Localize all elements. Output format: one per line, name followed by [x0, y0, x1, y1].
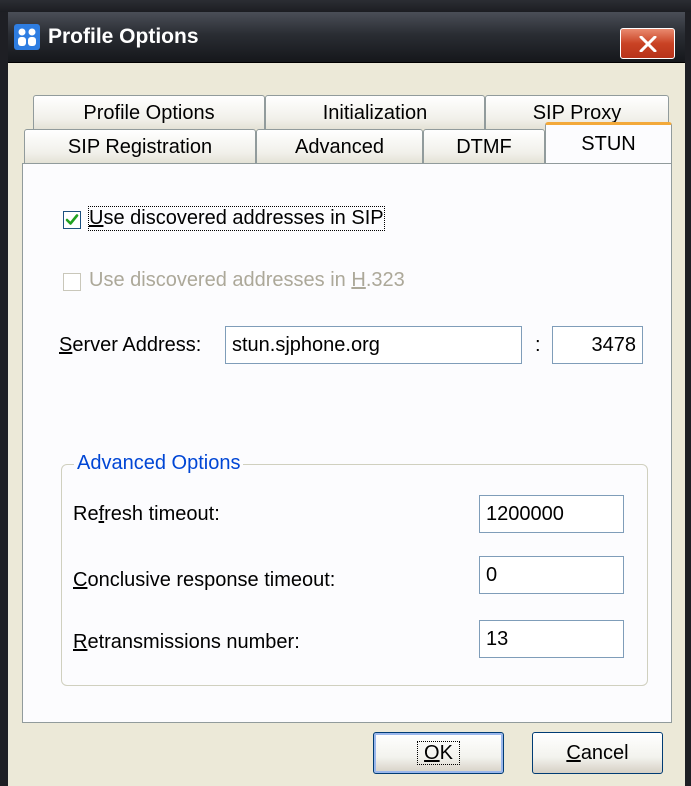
use-sip-label[interactable]: Use discovered addresses in SIP — [88, 206, 385, 231]
dialog-content: Profile Options Initialization SIP Proxy… — [8, 63, 685, 786]
background-strip — [0, 0, 691, 12]
tab-sip-registration[interactable]: SIP Registration — [24, 129, 256, 163]
refresh-timeout-label: Refresh timeout: — [73, 503, 220, 525]
use-h323-checkbox[interactable] — [63, 273, 81, 291]
close-button[interactable] — [620, 28, 675, 59]
server-address-input[interactable]: stun.sjphone.org — [225, 326, 522, 364]
use-sip-checkbox[interactable] — [63, 211, 81, 229]
tab-profile-options[interactable]: Profile Options — [33, 95, 265, 129]
window-title: Profile Options — [48, 25, 199, 48]
tab-advanced[interactable]: Advanced — [256, 129, 423, 163]
server-port-input[interactable]: 3478 — [552, 326, 643, 364]
advanced-options-group: Advanced Options Refresh timeout: 120000… — [61, 452, 648, 686]
profile-options-dialog: Profile Options Profile Options Initiali… — [8, 12, 685, 786]
server-address-label: Server Address: — [59, 334, 202, 356]
close-x-icon — [639, 36, 657, 52]
conclusive-timeout-input[interactable]: 0 — [479, 556, 624, 594]
tab-dtmf[interactable]: DTMF — [423, 129, 545, 163]
profile-people-icon — [14, 24, 40, 50]
stun-panel: Use discovered addresses in SIP Use disc… — [22, 163, 672, 723]
retransmissions-input[interactable]: 13 — [479, 620, 624, 658]
advanced-options-title: Advanced Options — [74, 452, 244, 475]
ok-button[interactable]: OK — [373, 732, 504, 774]
use-h323-label: Use discovered addresses in H.323 — [89, 269, 405, 291]
cancel-button[interactable]: Cancel — [532, 732, 663, 774]
port-separator: : — [535, 334, 541, 356]
retransmissions-label: Retransmissions number: — [73, 631, 300, 653]
conclusive-timeout-label: Conclusive response timeout: — [73, 569, 336, 591]
refresh-timeout-input[interactable]: 1200000 — [479, 495, 624, 533]
tab-initialization[interactable]: Initialization — [265, 95, 485, 129]
title-bar[interactable]: Profile Options — [8, 12, 685, 63]
checkmark-icon — [65, 214, 79, 225]
tab-stun[interactable]: STUN — [545, 122, 672, 163]
